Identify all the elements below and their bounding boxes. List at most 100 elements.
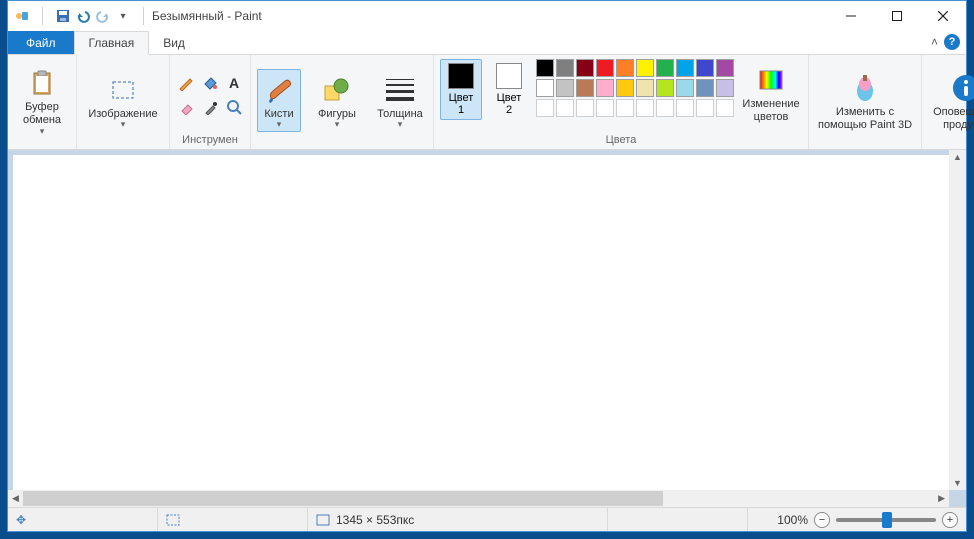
zoom-control: 100% − + xyxy=(769,512,966,528)
zoom-slider-thumb[interactable] xyxy=(882,512,892,528)
zoom-level: 100% xyxy=(777,513,808,527)
fill-icon[interactable] xyxy=(200,73,220,93)
zoom-out-button[interactable]: − xyxy=(814,512,830,528)
color-swatch[interactable] xyxy=(656,59,674,77)
move-icon: ✥ xyxy=(16,513,26,527)
color-swatch-empty[interactable] xyxy=(636,99,654,117)
eraser-icon[interactable] xyxy=(176,97,196,117)
help-icon[interactable]: ? xyxy=(944,34,960,50)
group-colors: Цвет 1 Цвет 2 Изменение цветов Цвета xyxy=(434,55,809,149)
color-swatch-empty[interactable] xyxy=(676,99,694,117)
canvas-size-icon xyxy=(316,514,330,526)
paint3d-label: Изменить с помощью Paint 3D xyxy=(818,106,912,131)
ribbon-tabs: Файл Главная Вид ˄ ? xyxy=(8,31,966,55)
info-icon xyxy=(950,72,974,104)
color-swatch-empty[interactable] xyxy=(616,99,634,117)
zoom-in-button[interactable]: + xyxy=(942,512,958,528)
window-title: Безымянный - Paint xyxy=(152,9,262,23)
color-swatch[interactable] xyxy=(536,79,554,97)
edit-colors-label: Изменение цветов xyxy=(742,98,799,123)
group-colors-label: Цвета xyxy=(606,132,637,149)
group-thickness: Толщина ▾ xyxy=(367,55,434,149)
color-swatch[interactable] xyxy=(576,59,594,77)
status-filesize xyxy=(608,508,748,531)
image-button[interactable]: Изображение ▾ xyxy=(83,69,163,133)
close-button[interactable] xyxy=(920,1,966,31)
thickness-icon xyxy=(384,74,416,106)
edit-colors-icon xyxy=(755,64,787,96)
color-swatch[interactable] xyxy=(536,59,554,77)
notification-button[interactable]: Оповещение продукта xyxy=(928,67,974,134)
status-canvas-size: 1345 × 553пкс xyxy=(308,508,608,531)
color-swatch[interactable] xyxy=(636,79,654,97)
group-tools: A Инструмен xyxy=(170,55,251,149)
color-swatch-empty[interactable] xyxy=(596,99,614,117)
color-swatch[interactable] xyxy=(696,79,714,97)
app-icon xyxy=(14,8,30,24)
group-brushes: Кисти ▾ xyxy=(251,55,307,149)
horizontal-scrollbar[interactable]: ◀ ▶ xyxy=(8,490,949,507)
color-swatch[interactable] xyxy=(716,59,734,77)
color1-label: Цвет 1 xyxy=(449,92,474,116)
paint3d-button[interactable]: Изменить с помощью Paint 3D xyxy=(815,67,915,134)
color-swatch-empty[interactable] xyxy=(696,99,714,117)
color-swatch[interactable] xyxy=(596,79,614,97)
color-swatch[interactable] xyxy=(556,59,574,77)
notification-label: Оповещение продукта xyxy=(933,106,974,131)
color-picker-icon[interactable] xyxy=(200,97,220,117)
color-swatch-empty[interactable] xyxy=(576,99,594,117)
zoom-slider[interactable] xyxy=(836,518,936,522)
color-swatch[interactable] xyxy=(676,59,694,77)
color2-button[interactable]: Цвет 2 xyxy=(488,59,530,120)
color-swatch[interactable] xyxy=(696,59,714,77)
color-swatch[interactable] xyxy=(656,79,674,97)
save-icon[interactable] xyxy=(55,8,71,24)
color-swatch[interactable] xyxy=(616,79,634,97)
paint3d-icon xyxy=(849,72,881,104)
undo-icon[interactable] xyxy=(75,8,91,24)
tab-file[interactable]: Файл xyxy=(8,31,74,54)
status-selection-size xyxy=(158,508,308,531)
color-swatch[interactable] xyxy=(576,79,594,97)
clipboard-icon xyxy=(26,67,58,99)
brush-icon xyxy=(263,74,295,106)
clipboard-label: Буфер обмена xyxy=(23,101,61,126)
tab-view[interactable]: Вид xyxy=(149,31,199,54)
color2-label: Цвет 2 xyxy=(497,92,522,116)
clipboard-button[interactable]: Буфер обмена▾ xyxy=(14,62,70,138)
maximize-button[interactable] xyxy=(874,1,920,31)
statusbar: ✥ 1345 × 553пкс 100% − + xyxy=(8,507,966,531)
color-swatch[interactable] xyxy=(716,79,734,97)
color-swatch-empty[interactable] xyxy=(536,99,554,117)
color-swatch[interactable] xyxy=(676,79,694,97)
titlebar: ▾ Безымянный - Paint xyxy=(8,1,966,31)
color-swatch[interactable] xyxy=(636,59,654,77)
qat-customize-icon[interactable]: ▾ xyxy=(115,8,131,24)
status-cursor-pos: ✥ xyxy=(8,508,158,531)
pencil-icon[interactable] xyxy=(176,73,196,93)
color-palette xyxy=(536,59,734,117)
brushes-button[interactable]: Кисти ▾ xyxy=(257,69,301,133)
minimize-button[interactable] xyxy=(828,1,874,31)
selection-size-icon xyxy=(166,514,180,526)
magnifier-icon[interactable] xyxy=(224,97,244,117)
tab-home[interactable]: Главная xyxy=(74,31,150,55)
color-swatch[interactable] xyxy=(596,59,614,77)
vertical-scrollbar[interactable]: ▲ ▼ xyxy=(949,150,966,490)
collapse-ribbon-icon[interactable]: ˄ xyxy=(931,35,938,49)
color-swatch[interactable] xyxy=(556,79,574,97)
text-icon[interactable]: A xyxy=(224,73,244,93)
canvas[interactable] xyxy=(13,155,949,490)
color1-swatch xyxy=(448,63,474,89)
shapes-button[interactable]: Фигуры ▾ xyxy=(313,69,361,133)
edit-colors-button[interactable]: Изменение цветов xyxy=(740,59,802,126)
color1-button[interactable]: Цвет 1 xyxy=(440,59,482,120)
redo-icon[interactable] xyxy=(95,8,111,24)
thickness-button[interactable]: Толщина ▾ xyxy=(373,69,427,133)
color-swatch-empty[interactable] xyxy=(656,99,674,117)
color-swatch-empty[interactable] xyxy=(556,99,574,117)
canvas-area: ▲ ▼ ◀ ▶ xyxy=(8,150,966,507)
color-swatch-empty[interactable] xyxy=(716,99,734,117)
group-notification: Оповещение продукта xyxy=(922,55,974,149)
color-swatch[interactable] xyxy=(616,59,634,77)
